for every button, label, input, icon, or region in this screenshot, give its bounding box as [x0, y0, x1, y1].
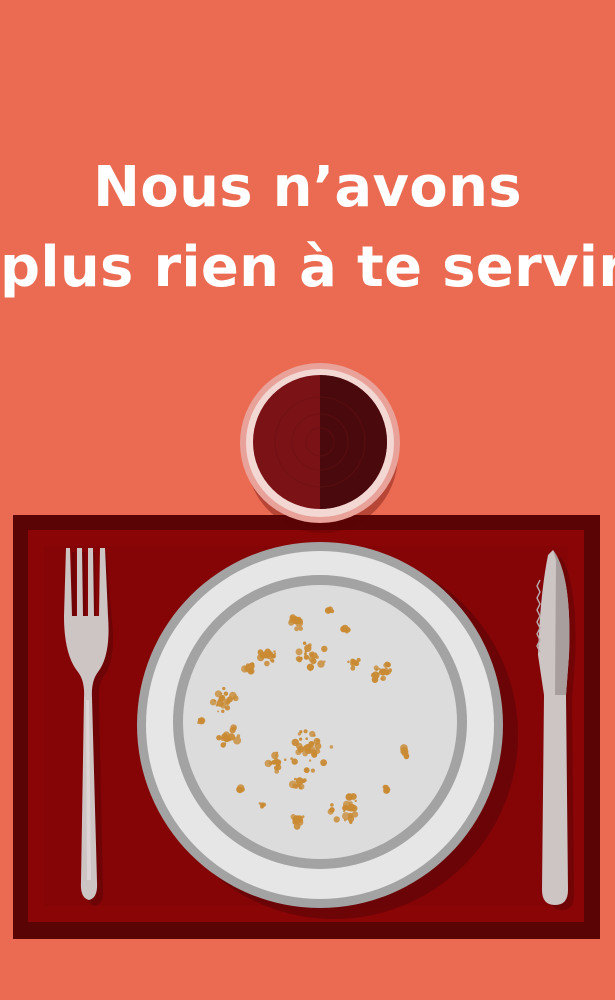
- crumb: [373, 665, 379, 671]
- crumb: [232, 726, 237, 731]
- crumb: [308, 651, 314, 657]
- crumb: [299, 737, 303, 741]
- crumb: [327, 808, 334, 815]
- crumb: [298, 626, 304, 631]
- crumb: [271, 659, 275, 663]
- crumb: [302, 744, 310, 752]
- headline-line-2: plus rien à te servir.: [0, 235, 615, 300]
- crumb: [290, 814, 297, 820]
- crumb: [385, 662, 391, 668]
- crumb: [268, 654, 272, 657]
- crumb: [273, 650, 276, 653]
- crumb: [294, 626, 299, 632]
- crumb: [221, 709, 225, 713]
- crumb: [303, 767, 310, 774]
- crumb: [283, 758, 287, 761]
- crumb: [314, 742, 322, 750]
- crumb: [330, 803, 334, 807]
- crumb: [380, 675, 386, 681]
- crumb: [347, 660, 350, 664]
- crumb: [303, 729, 308, 734]
- crumb: [309, 669, 312, 672]
- crumb: [356, 657, 361, 663]
- crumb: [237, 784, 245, 792]
- crumb: [302, 641, 307, 645]
- crumb: [342, 800, 351, 809]
- crumb: [217, 710, 220, 713]
- crumb: [220, 703, 224, 706]
- headline-line-1: Nous n’avons: [93, 155, 522, 220]
- crumb: [304, 644, 312, 652]
- crumb: [247, 662, 255, 670]
- crumb: [271, 751, 279, 760]
- crumb: [310, 768, 315, 773]
- headline: Nous n’avons plus rien à te servir.: [0, 148, 615, 308]
- crumb: [274, 769, 280, 774]
- crumb: [223, 742, 227, 745]
- crumb: [292, 621, 296, 624]
- crumb: [371, 671, 380, 680]
- crumb: [290, 757, 294, 761]
- plate-center: [183, 585, 457, 859]
- crumb: [259, 802, 266, 808]
- crumb: [222, 686, 226, 691]
- crumb: [304, 652, 307, 656]
- crumb: [299, 730, 303, 734]
- crumb: [199, 719, 204, 725]
- crumb: [320, 759, 327, 767]
- crumb: [209, 698, 217, 706]
- crumb: [349, 814, 352, 818]
- crumb: [321, 645, 328, 653]
- crumb: [233, 736, 242, 745]
- crumb: [383, 669, 390, 676]
- crumb: [308, 759, 312, 762]
- crumb: [329, 609, 332, 612]
- crumb: [264, 660, 270, 667]
- crumb: [276, 762, 281, 767]
- crumb: [228, 737, 232, 741]
- crumb: [223, 691, 229, 696]
- crumb: [309, 730, 316, 738]
- crumb: [305, 737, 309, 740]
- crumb: [344, 630, 349, 634]
- crumb: [296, 616, 302, 622]
- crumb: [343, 626, 347, 629]
- crumb: [345, 793, 354, 801]
- crumb: [329, 745, 334, 749]
- crumb: [226, 696, 233, 703]
- crumb: [296, 783, 300, 788]
- crumb: [333, 816, 340, 823]
- crumb: [383, 787, 390, 794]
- page: Nous n’avons plus rien à te servir.: [0, 0, 615, 1000]
- crumb: [350, 658, 356, 664]
- crumb: [343, 818, 347, 822]
- crumb: [302, 780, 305, 784]
- crumb: [264, 759, 272, 768]
- crumb: [312, 658, 315, 661]
- crumb: [343, 810, 346, 813]
- crumb: [275, 759, 279, 763]
- crumb: [329, 606, 332, 610]
- crumb: [303, 654, 309, 660]
- crumb: [354, 799, 357, 803]
- crumb: [400, 747, 409, 756]
- crumb: [215, 704, 219, 707]
- crumb: [315, 655, 319, 659]
- crumb: [298, 656, 303, 661]
- crumb: [232, 695, 239, 702]
- crumb: [289, 614, 297, 621]
- crumb: [311, 752, 318, 758]
- crumb: [220, 696, 223, 700]
- crumb: [295, 648, 303, 656]
- crumb: [323, 660, 326, 663]
- crumb: [296, 818, 300, 822]
- crumb: [273, 652, 277, 655]
